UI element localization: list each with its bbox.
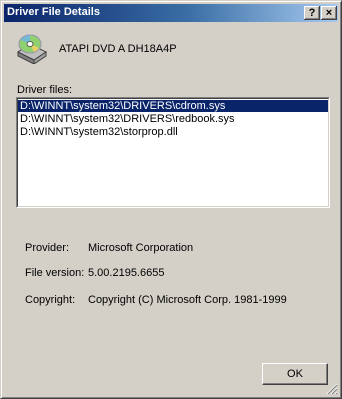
driver-file-details-dialog: Driver File Details ? × ATAPI DVD A DH18… — [0, 0, 342, 399]
resize-grip-icon[interactable] — [326, 383, 338, 395]
list-item[interactable]: D:\WINNT\system32\DRIVERS\cdrom.sys — [18, 100, 328, 112]
driver-files-list[interactable]: D:\WINNT\system32\DRIVERS\cdrom.sys D:\W… — [16, 97, 330, 208]
file-version-label: File version: — [25, 267, 85, 279]
title-bar[interactable]: Driver File Details ? × — [4, 4, 338, 22]
provider-value: Microsoft Corporation — [88, 242, 194, 254]
copyright-label: Copyright: — [25, 294, 76, 306]
file-version-value: 5.00.2195.6655 — [88, 267, 165, 279]
cd-drive-icon — [17, 34, 47, 64]
driver-files-label: Driver files: — [17, 84, 73, 96]
list-item[interactable]: D:\WINNT\system32\storprop.dll — [18, 126, 328, 138]
copyright-value: Copyright (C) Microsoft Corp. 1981-1999 — [88, 294, 287, 306]
close-button[interactable]: × — [321, 6, 337, 20]
ok-button[interactable]: OK — [262, 363, 328, 385]
window-title: Driver File Details — [7, 6, 100, 18]
device-name: ATAPI DVD A DH18A4P — [59, 43, 177, 55]
provider-label: Provider: — [25, 242, 70, 254]
list-item[interactable]: D:\WINNT\system32\DRIVERS\redbook.sys — [18, 113, 328, 125]
help-button[interactable]: ? — [304, 6, 320, 20]
